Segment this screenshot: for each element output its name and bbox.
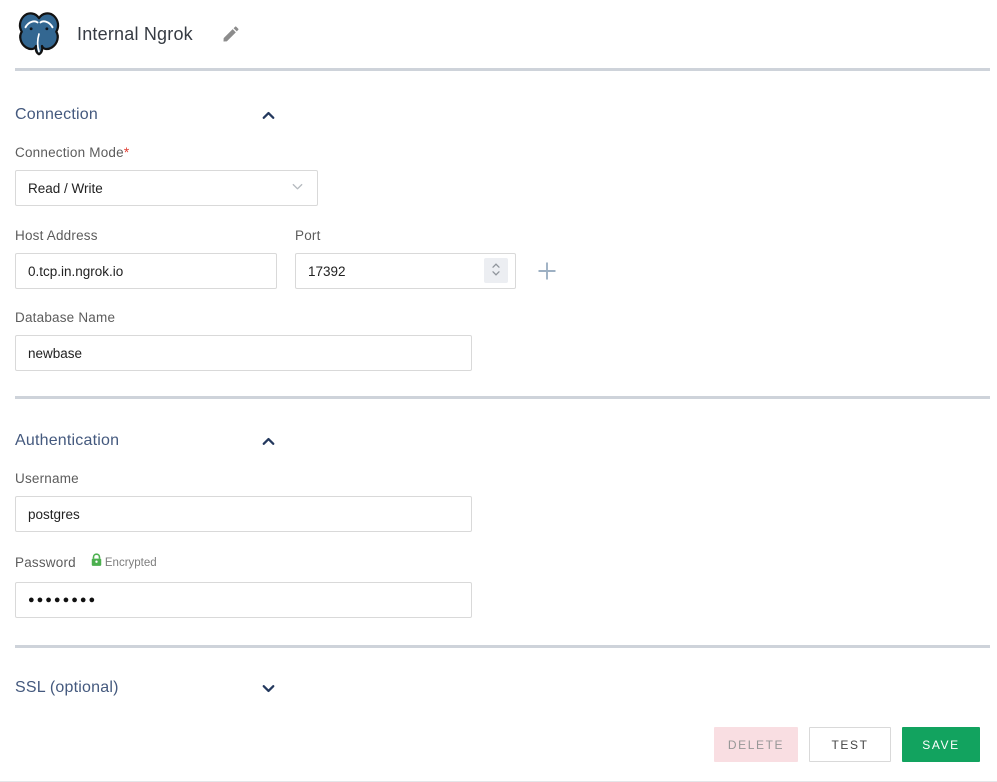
connection-mode-label-text: Connection Mode	[15, 145, 124, 160]
plus-icon	[537, 262, 557, 284]
database-name-label: Database Name	[15, 310, 116, 325]
save-button[interactable]: SAVE	[902, 727, 980, 762]
postgresql-logo-icon	[15, 9, 63, 59]
section-authentication-header: Authentication	[15, 432, 277, 450]
database-connection-settings-page: Internal Ngrok Connection Connection Mod…	[0, 0, 997, 782]
section-authentication-collapse-button[interactable]	[260, 433, 277, 450]
chevron-down-icon	[260, 684, 277, 700]
encrypted-badge: Encrypted	[90, 553, 157, 572]
port-field: Port	[295, 228, 516, 289]
connection-mode-select[interactable]: Read / Write	[15, 170, 318, 206]
host-field: Host Address	[15, 228, 277, 289]
up-down-chevrons-icon	[490, 261, 502, 281]
chevron-up-icon	[260, 437, 277, 453]
port-label: Port	[295, 228, 321, 243]
section-authentication: Authentication Username Password Encrypt…	[15, 432, 990, 618]
section-title-authentication: Authentication	[15, 432, 120, 449]
test-button[interactable]: TEST	[809, 727, 891, 762]
section-ssl-header: SSL (optional)	[15, 679, 277, 697]
required-asterisk: *	[123, 145, 130, 160]
host-label: Host Address	[15, 228, 98, 243]
section-title-ssl: SSL (optional)	[15, 679, 119, 696]
pencil-icon	[221, 26, 241, 47]
edit-title-button[interactable]	[219, 22, 243, 46]
delete-button[interactable]: DELETE	[714, 727, 798, 762]
section-ssl-expand-button[interactable]	[260, 680, 277, 697]
password-label: Password	[15, 555, 76, 570]
section-divider	[15, 396, 990, 399]
section-connection-header: Connection	[15, 106, 277, 124]
lock-icon	[90, 553, 103, 572]
chevron-up-icon	[260, 111, 277, 127]
username-label: Username	[15, 471, 79, 486]
host-input[interactable]	[15, 253, 277, 289]
header-divider	[15, 68, 990, 71]
connection-mode-value: Read / Write	[28, 180, 103, 196]
section-connection: Connection Connection Mode* Read / Write…	[15, 106, 990, 371]
connection-mode-label: Connection Mode*	[15, 145, 990, 160]
host-port-row: Host Address Port	[15, 228, 990, 289]
header: Internal Ngrok	[15, 0, 990, 64]
chevron-down-icon	[290, 179, 305, 197]
section-title-connection: Connection	[15, 106, 98, 123]
password-label-row: Password Encrypted	[15, 553, 990, 572]
add-host-button[interactable]	[537, 261, 557, 281]
footer-actions: DELETE TEST SAVE	[15, 727, 990, 762]
database-name-input[interactable]	[15, 335, 472, 371]
section-divider	[15, 645, 990, 648]
section-connection-collapse-button[interactable]	[260, 107, 277, 124]
page-title: Internal Ngrok	[77, 23, 193, 44]
username-input[interactable]	[15, 496, 472, 532]
section-ssl: SSL (optional)	[15, 679, 990, 697]
encrypted-badge-text: Encrypted	[104, 556, 157, 569]
port-stepper[interactable]	[484, 258, 508, 283]
password-input[interactable]	[15, 582, 472, 618]
port-input[interactable]	[295, 253, 516, 289]
